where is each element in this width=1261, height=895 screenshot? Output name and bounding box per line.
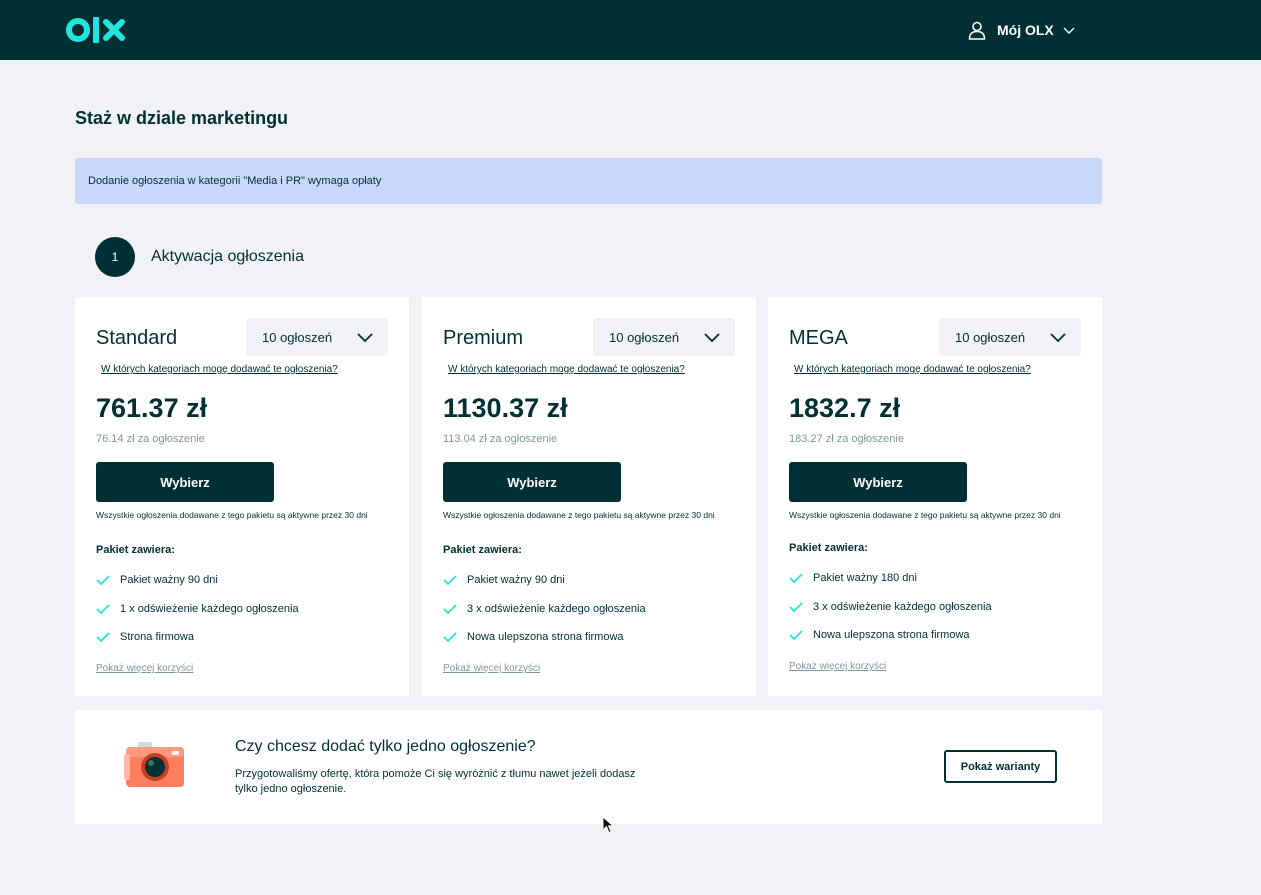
show-more-benefits-link[interactable]: Pokaż więcej korzyści	[789, 661, 886, 672]
check-icon	[443, 604, 457, 615]
single-ad-offer: Czy chcesz dodać tylko jedno ogłoszenie?…	[75, 710, 1102, 824]
account-menu[interactable]: Mój OLX	[967, 18, 1076, 42]
feature-text: Pakiet ważny 90 dni	[467, 574, 565, 586]
check-icon	[96, 604, 110, 615]
package-card-standard: Standard 10 ogłoszeń W których kategoria…	[75, 297, 409, 696]
unit-price: 113.04 zł za ogłoszenie	[443, 433, 558, 445]
single-ad-title: Czy chcesz dodać tylko jedno ogłoszenie?	[235, 738, 536, 755]
package-contains-label: Pakiet zawiera:	[789, 542, 868, 554]
payment-notice-text: Dodanie ogłoszenia w kategorii "Media i …	[88, 175, 382, 187]
package-contains-label: Pakiet zawiera:	[96, 544, 175, 556]
check-icon	[789, 630, 803, 641]
feature-text: Pakiet ważny 90 dni	[120, 574, 218, 586]
feature-item: Nowa ulepszona strona firmowa	[789, 629, 970, 641]
package-name: MEGA	[789, 327, 848, 349]
account-label: Mój OLX	[997, 22, 1054, 38]
single-ad-description: Przygotowaliśmy ofertę, która pomoże Ci …	[235, 768, 636, 795]
categories-link[interactable]: W których kategoriach mogę dodawać te og…	[448, 364, 685, 375]
categories-link[interactable]: W których kategoriach mogę dodawać te og…	[794, 364, 1031, 375]
check-icon	[443, 575, 457, 586]
payment-notice: Dodanie ogłoszenia w kategorii "Media i …	[75, 158, 1102, 204]
check-icon	[96, 632, 110, 643]
feature-item: Pakiet ważny 180 dni	[789, 572, 917, 584]
feature-text: Nowa ulepszona strona firmowa	[467, 631, 624, 643]
show-more-benefits-link[interactable]: Pokaż więcej korzyści	[443, 663, 540, 674]
step-label: Aktywacja ogłoszenia	[151, 248, 304, 265]
feature-text: Strona firmowa	[120, 631, 194, 643]
package-card-mega: MEGA 10 ogłoszeń W których kategoriach m…	[768, 297, 1102, 696]
feature-text: 3 x odświeżenie każdego ogłoszenia	[467, 603, 646, 615]
active-note: Wszystkie ogłoszenia dodawane z tego pak…	[96, 510, 368, 520]
feature-item: Strona firmowa	[96, 631, 194, 643]
chevron-down-icon	[704, 333, 720, 343]
choose-button[interactable]: Wybierz	[96, 462, 274, 502]
unit-price: 183.27 zł za ogłoszenie	[789, 433, 904, 445]
feature-text: 3 x odświeżenie każdego ogłoszenia	[813, 601, 992, 613]
feature-item: Pakiet ważny 90 dni	[96, 574, 218, 586]
categories-link[interactable]: W których kategoriach mogę dodawać te og…	[101, 364, 338, 375]
user-icon	[968, 21, 986, 40]
package-contains-label: Pakiet zawiera:	[443, 544, 522, 556]
feature-item: 3 x odświeżenie każdego ogłoszenia	[789, 601, 992, 613]
feature-item: Pakiet ważny 90 dni	[443, 574, 565, 586]
check-icon	[443, 632, 457, 643]
ads-count-value: 10 ogłoszeń	[955, 329, 1026, 345]
unit-price: 76.14 zł za ogłoszenie	[96, 433, 205, 445]
choose-button[interactable]: Wybierz	[789, 462, 967, 502]
ads-count-select[interactable]: 10 ogłoszeń	[939, 318, 1081, 356]
feature-text: Nowa ulepszona strona firmowa	[813, 629, 970, 641]
chevron-down-icon	[1050, 333, 1066, 343]
choose-button[interactable]: Wybierz	[443, 462, 621, 502]
show-variants-button[interactable]: Pokaż warianty	[944, 750, 1057, 783]
camera-icon	[124, 742, 184, 787]
ads-count-value: 10 ogłoszeń	[609, 329, 680, 345]
package-price: 1832.7 zł	[789, 393, 901, 423]
check-icon	[789, 573, 803, 584]
page-title: Staż w dziale marketingu	[75, 108, 289, 128]
chevron-down-icon	[1063, 27, 1075, 34]
package-price: 761.37 zł	[96, 393, 208, 423]
mouse-cursor-icon	[602, 816, 614, 833]
top-bar: Mój OLX	[0, 0, 1261, 60]
feature-text: Pakiet ważny 180 dni	[813, 572, 917, 584]
chevron-down-icon	[357, 333, 373, 343]
ads-count-select[interactable]: 10 ogłoszeń	[246, 318, 388, 356]
feature-item: 3 x odświeżenie każdego ogłoszenia	[443, 603, 646, 615]
package-card-premium: Premium 10 ogłoszeń W których kategoriac…	[422, 297, 756, 696]
package-name: Standard	[96, 327, 178, 349]
feature-item: Nowa ulepszona strona firmowa	[443, 631, 624, 643]
step-indicator: 1 Aktywacja ogłoszenia	[95, 237, 304, 277]
active-note: Wszystkie ogłoszenia dodawane z tego pak…	[789, 510, 1061, 520]
feature-item: 1 x odświeżenie każdego ogłoszenia	[96, 603, 299, 615]
active-note: Wszystkie ogłoszenia dodawane z tego pak…	[443, 510, 715, 520]
check-icon	[96, 575, 110, 586]
package-name: Premium	[443, 327, 524, 349]
package-price: 1130.37 zł	[443, 393, 568, 423]
check-icon	[789, 602, 803, 613]
olx-logo[interactable]	[66, 13, 130, 47]
ads-count-value: 10 ogłoszeń	[262, 329, 333, 345]
feature-text: 1 x odświeżenie każdego ogłoszenia	[120, 603, 299, 615]
step-number: 1	[95, 237, 135, 277]
show-more-benefits-link[interactable]: Pokaż więcej korzyści	[96, 663, 193, 674]
ads-count-select[interactable]: 10 ogłoszeń	[593, 318, 735, 356]
